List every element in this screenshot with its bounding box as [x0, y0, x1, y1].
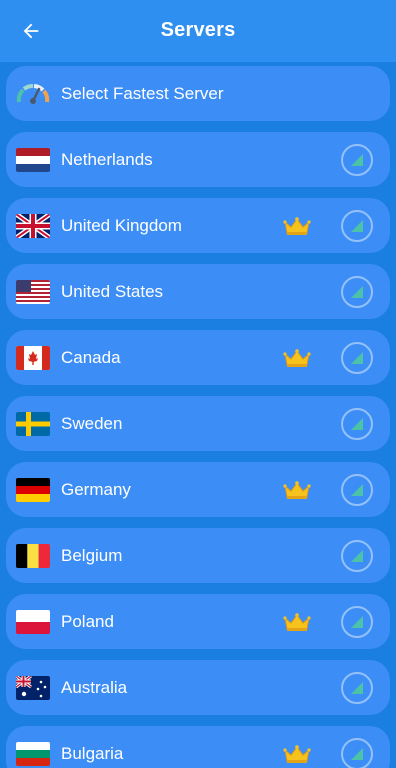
- bulgaria-flag-icon: [16, 742, 50, 766]
- united-states-flag-icon: [16, 280, 50, 304]
- signal-icon[interactable]: [341, 540, 373, 572]
- united-kingdom-flag-icon: [16, 214, 50, 238]
- server-name: United Kingdom: [61, 216, 182, 235]
- crown-icon: [283, 349, 311, 367]
- server-name: Germany: [61, 480, 131, 499]
- server-item-united-kingdom[interactable]: United Kingdom: [6, 198, 390, 253]
- server-item-bulgaria[interactable]: Bulgaria: [6, 726, 390, 768]
- netherlands-flag-icon: [16, 148, 50, 172]
- server-item-sweden[interactable]: Sweden: [6, 396, 390, 451]
- server-item-belgium[interactable]: Belgium: [6, 528, 390, 583]
- signal-icon[interactable]: [341, 342, 373, 374]
- crown-icon: [283, 745, 311, 763]
- server-name: United States: [61, 282, 164, 301]
- server-item-canada[interactable]: Canada: [6, 330, 390, 385]
- crown-icon: [283, 613, 311, 631]
- page-title: Servers: [160, 19, 236, 41]
- signal-icon[interactable]: [341, 738, 373, 768]
- server-item-united-states[interactable]: United States: [6, 264, 390, 319]
- server-name: Sweden: [61, 414, 123, 433]
- germany-flag-icon: [16, 478, 50, 502]
- signal-icon[interactable]: [341, 606, 373, 638]
- canada-flag-icon: [16, 346, 50, 370]
- server-name: Netherlands: [61, 150, 153, 169]
- server-name: Australia: [61, 678, 128, 697]
- server-item-australia[interactable]: Australia: [6, 660, 390, 715]
- poland-flag-icon: [16, 610, 50, 634]
- crown-icon: [283, 217, 311, 235]
- signal-icon[interactable]: [341, 672, 373, 704]
- signal-icon[interactable]: [341, 276, 373, 308]
- signal-icon[interactable]: [341, 408, 373, 440]
- server-item-germany[interactable]: Germany: [6, 462, 390, 517]
- server-item-poland[interactable]: Poland: [6, 594, 390, 649]
- sweden-flag-icon: [16, 412, 50, 436]
- signal-icon[interactable]: [341, 144, 373, 176]
- server-name: Belgium: [61, 546, 123, 565]
- server-name: Canada: [61, 348, 121, 367]
- server-name: Bulgaria: [61, 744, 124, 763]
- fastest-server-item[interactable]: Select Fastest Server: [6, 66, 390, 121]
- signal-icon[interactable]: [341, 210, 373, 242]
- server-item-netherlands[interactable]: Netherlands: [6, 132, 390, 187]
- australia-flag-icon: [16, 676, 50, 700]
- signal-icon[interactable]: [341, 474, 373, 506]
- speedometer-icon: [16, 84, 50, 104]
- belgium-flag-icon: [16, 544, 50, 568]
- app-bar: Servers: [0, 0, 396, 62]
- crown-icon: [283, 481, 311, 499]
- fastest-server-label: Select Fastest Server: [61, 84, 224, 103]
- server-name: Poland: [61, 612, 114, 631]
